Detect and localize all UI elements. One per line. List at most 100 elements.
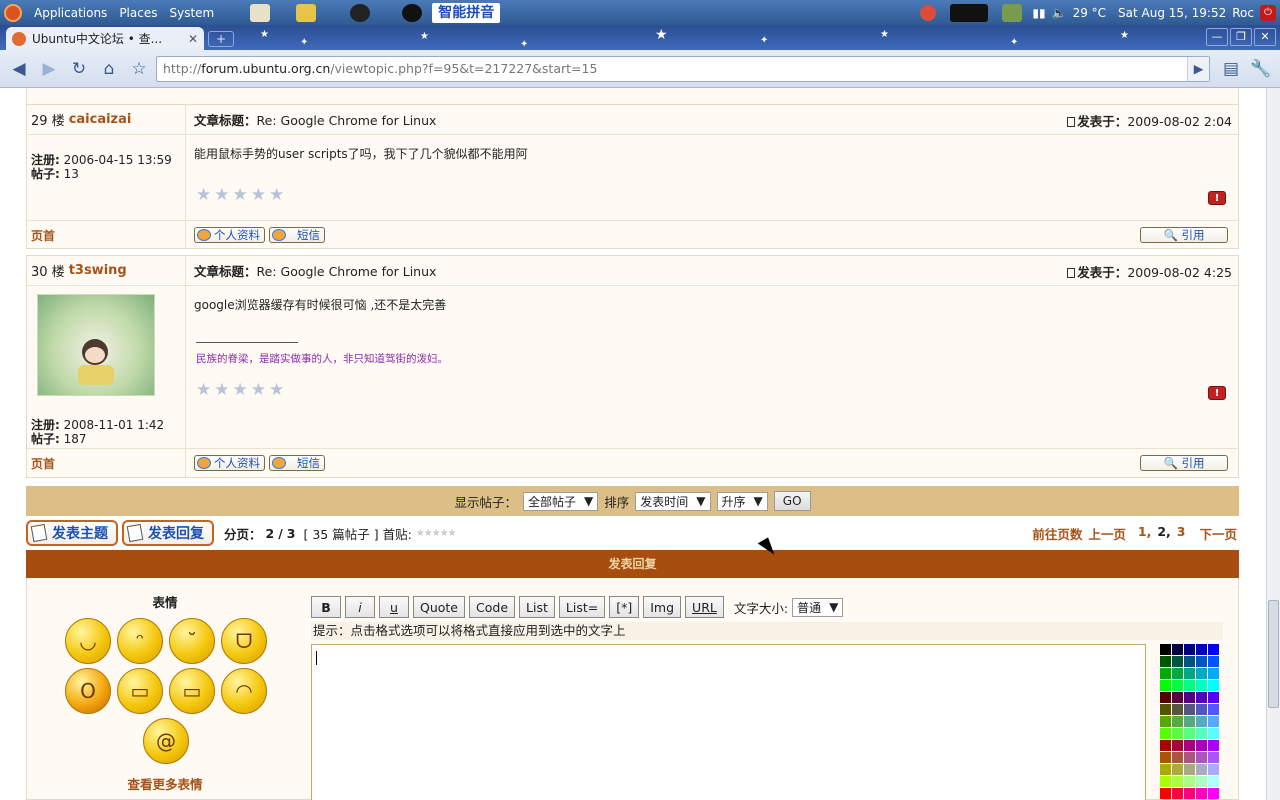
rating-stars[interactable]: ★ ★ ★ ★ ★	[196, 187, 284, 204]
color-swatch[interactable]	[1184, 716, 1195, 727]
close-window-button[interactable]: ✕	[1254, 28, 1276, 46]
list-button[interactable]: List	[519, 596, 555, 618]
color-swatch[interactable]	[1196, 644, 1207, 655]
quote-button[interactable]: 🔍 引用	[1140, 227, 1228, 243]
color-swatch[interactable]	[1184, 656, 1195, 667]
color-swatch[interactable]	[1172, 788, 1183, 799]
page-menu-icon[interactable]: ▤	[1218, 56, 1244, 82]
private-message-button[interactable]: 短信	[269, 227, 325, 243]
address-bar[interactable]: http:// forum.ubuntu.org.cn /viewtopic.p…	[156, 55, 1210, 82]
color-swatch[interactable]	[1196, 752, 1207, 763]
bookmark-star-icon[interactable]: ☆	[126, 56, 152, 82]
code-button[interactable]: Code	[469, 596, 516, 618]
go-button[interactable]: GO	[773, 491, 811, 511]
sort-order-select[interactable]: 升序 ▼	[716, 491, 768, 511]
folder-launcher-icon[interactable]	[296, 3, 317, 22]
update-notifier-icon[interactable]	[1002, 3, 1023, 22]
italic-button[interactable]: i	[345, 596, 375, 618]
network-signal-icon[interactable]: ▮▮	[1032, 6, 1045, 20]
back-to-top-link[interactable]: 页首	[31, 455, 55, 472]
go-arrow-icon[interactable]: ▶	[1187, 56, 1209, 81]
color-swatch[interactable]	[1196, 656, 1207, 667]
color-swatch[interactable]	[1208, 644, 1219, 655]
color-swatch[interactable]	[1160, 656, 1171, 667]
color-swatch[interactable]	[1172, 656, 1183, 667]
color-swatch[interactable]	[1160, 752, 1171, 763]
color-swatch[interactable]	[1208, 764, 1219, 775]
color-swatch[interactable]	[1172, 776, 1183, 787]
color-swatch[interactable]	[1172, 716, 1183, 727]
color-swatch[interactable]	[1184, 752, 1195, 763]
color-swatch[interactable]	[1208, 656, 1219, 667]
color-swatch[interactable]	[1184, 692, 1195, 703]
user-name[interactable]: Roc	[1232, 6, 1254, 20]
more-smilies-link[interactable]: 查看更多表情	[27, 774, 303, 793]
color-palette[interactable]	[1160, 644, 1222, 800]
color-swatch[interactable]	[1172, 704, 1183, 715]
report-post-icon[interactable]: !	[1208, 386, 1226, 400]
app-a-icon[interactable]	[402, 3, 423, 22]
wrench-menu-icon[interactable]: 🔧	[1248, 56, 1274, 82]
color-swatch[interactable]	[1208, 788, 1219, 799]
smiley-thinking-icon[interactable]: ◠	[221, 668, 267, 714]
maximize-window-button[interactable]: ❐	[1230, 28, 1252, 46]
color-swatch[interactable]	[1184, 764, 1195, 775]
places-menu[interactable]: Places	[119, 6, 157, 20]
scrollbar-thumb[interactable]	[1268, 600, 1279, 708]
ubuntu-logo-icon[interactable]	[4, 3, 22, 22]
color-swatch[interactable]	[1160, 644, 1171, 655]
color-swatch[interactable]	[1208, 728, 1219, 739]
reload-icon[interactable]: ↻	[66, 56, 92, 82]
chrome-tray-icon[interactable]	[920, 4, 937, 21]
color-swatch[interactable]	[1184, 680, 1195, 691]
page-scrollbar[interactable]	[1266, 88, 1280, 800]
image-button[interactable]: Img	[643, 596, 682, 618]
color-swatch[interactable]	[1160, 680, 1171, 691]
color-swatch[interactable]	[1160, 728, 1171, 739]
username-link[interactable]: t3swing	[69, 263, 127, 278]
new-tab-button[interactable]: +	[208, 31, 234, 47]
color-swatch[interactable]	[1208, 704, 1219, 715]
color-swatch[interactable]	[1208, 692, 1219, 703]
applications-menu[interactable]: Applications	[34, 6, 107, 20]
color-swatch[interactable]	[1196, 668, 1207, 679]
profile-button[interactable]: 个人资料	[194, 455, 265, 471]
home-icon[interactable]: ⌂	[96, 56, 122, 82]
text-editor-launcher-icon[interactable]	[250, 3, 271, 22]
color-swatch[interactable]	[1160, 764, 1171, 775]
color-swatch[interactable]	[1196, 728, 1207, 739]
ime-indicator[interactable]: 智能拼音	[432, 2, 501, 23]
private-message-button[interactable]: 短信	[269, 455, 325, 471]
color-swatch[interactable]	[1172, 752, 1183, 763]
color-swatch[interactable]	[1184, 776, 1195, 787]
quote-button[interactable]: 🔍 引用	[1140, 455, 1228, 471]
color-swatch[interactable]	[1184, 644, 1195, 655]
ordered-list-button[interactable]: List=	[558, 596, 606, 618]
color-swatch[interactable]	[1160, 704, 1171, 715]
user-avatar[interactable]	[37, 294, 155, 396]
color-swatch[interactable]	[1172, 728, 1183, 739]
color-swatch[interactable]	[1160, 716, 1171, 727]
color-swatch[interactable]	[1196, 680, 1207, 691]
font-size-select[interactable]: 普通 ▼	[792, 597, 844, 617]
color-swatch[interactable]	[1160, 788, 1171, 799]
bold-button[interactable]: B	[311, 596, 341, 618]
color-swatch[interactable]	[1208, 752, 1219, 763]
new-topic-button[interactable]: 发表主题	[26, 520, 118, 546]
report-post-icon[interactable]: !	[1208, 191, 1226, 205]
color-swatch[interactable]	[1184, 788, 1195, 799]
smiley-dizzy-icon[interactable]: @	[143, 718, 189, 764]
goto-page-link[interactable]: 前往页数	[1032, 524, 1082, 543]
underline-button[interactable]: u	[379, 596, 409, 618]
color-swatch[interactable]	[1160, 668, 1171, 679]
prev-page-link[interactable]: 上一页	[1088, 524, 1126, 543]
qq-penguin-icon[interactable]	[350, 3, 371, 22]
color-swatch[interactable]	[1196, 776, 1207, 787]
color-swatch[interactable]	[1196, 704, 1207, 715]
color-swatch[interactable]	[1196, 740, 1207, 751]
smiley-cry-icon[interactable]: O	[65, 668, 111, 714]
color-swatch[interactable]	[1160, 740, 1171, 751]
color-swatch[interactable]	[1196, 788, 1207, 799]
smiley-smile-icon[interactable]: ◡	[65, 618, 111, 664]
forward-arrow-icon[interactable]: ▶	[36, 56, 62, 82]
